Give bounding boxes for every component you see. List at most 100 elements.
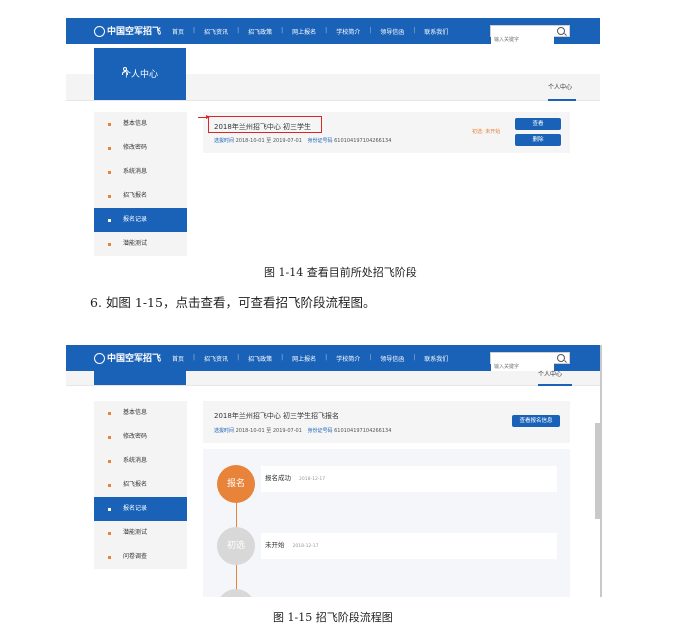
delete-button[interactable]: 删除 [515, 134, 561, 146]
step-date: 2018-12-17 [292, 544, 319, 549]
nav-divider: | [237, 354, 240, 361]
top-nav: 中国空军招飞 首页 | 招飞资讯 | 招飞政策 | 网上报名 | 学校简介 | 领导信函 |… [66, 18, 600, 45]
scrollbar-thumb[interactable] [595, 423, 600, 519]
nav-divider: | [413, 354, 416, 361]
sidebar: 基本信息 修改密码 系统消息 招飞报名 报名记录 潜能测试 问卷调查 [94, 401, 187, 569]
site-logo[interactable]: 中国空军招飞 [94, 351, 161, 364]
nav-item-policy[interactable]: 招飞政策 [248, 354, 272, 363]
search-icon[interactable] [557, 27, 565, 35]
nav-item-letters[interactable]: 领导信函 [380, 27, 404, 36]
bullet-icon [108, 436, 111, 439]
sidebar-item-aptitude-test[interactable]: 潜能测试 [94, 232, 187, 256]
time-value: 2018-10-01 至 2019-07-01 [235, 428, 302, 434]
bullet-icon [108, 412, 111, 415]
figure-caption-1: 图 1-14 查看目前所处招飞阶段 [264, 266, 417, 279]
id-key: 身份证号码 [307, 428, 333, 434]
nav-divider: | [325, 354, 328, 361]
nav-item-schools[interactable]: 学校简介 [336, 27, 360, 36]
nav-divider: | [369, 354, 372, 361]
bullet-icon [108, 147, 111, 150]
time-key: 选拔时间 [214, 428, 235, 434]
record-meta: 选拔时间 2018-10-01 至 2019-07-01 身份证号码 61010… [214, 137, 395, 144]
nav-item-contact[interactable]: 联系我们 [424, 354, 448, 363]
sidebar-header-label: 个人中心 [122, 70, 159, 80]
pointer-arrow-icon [198, 115, 210, 119]
nav-item-home[interactable]: 首页 [172, 354, 184, 363]
bullet-icon [108, 123, 111, 126]
tab-personal-center[interactable]: 个人中心 [538, 369, 562, 378]
nav-item-register[interactable]: 网上报名 [292, 27, 316, 36]
sidebar-item-survey[interactable]: 问卷调查 [94, 545, 187, 569]
bullet-icon [108, 195, 111, 198]
search-input[interactable] [491, 35, 554, 45]
sidebar-item-change-password[interactable]: 修改密码 [94, 425, 187, 449]
view-button[interactable]: 查看 [515, 118, 561, 130]
tab-personal-center[interactable]: 个人中心 [548, 82, 572, 91]
sidebar-item-registration[interactable]: 招飞报名 [94, 184, 187, 208]
nav-divider: | [281, 27, 284, 34]
step-card-register: 报名成功 2018-12-17 [261, 466, 557, 492]
record-card: 2018年兰州招飞中心 初三学生招飞报名 选拔时间 2018-10-01 至 2… [203, 401, 570, 443]
view-registration-info-button[interactable]: 查看报名信息 [512, 415, 560, 427]
nav-item-register[interactable]: 网上报名 [292, 354, 316, 363]
highlight-box [208, 116, 322, 133]
nav-divider: | [325, 27, 328, 34]
search-box [490, 352, 570, 372]
sidebar-item-aptitude-test[interactable]: 潜能测试 [94, 521, 187, 545]
nav-item-contact[interactable]: 联系我们 [424, 27, 448, 36]
screenshot-1: 中国空军招飞 首页 | 招飞资讯 | 招飞政策 | 网上报名 | 学校简介 | 领导信函 |… [66, 18, 600, 258]
step-card-preliminary: 未开始 2018-12-17 [261, 533, 557, 559]
instruction-paragraph: 6. 如图 1-15，点击查看，可查看招飞阶段流程图。 [90, 295, 376, 310]
time-key: 选拔时间 [214, 138, 235, 144]
sidebar-item-registration[interactable]: 招飞报名 [94, 473, 187, 497]
nav-divider: | [281, 354, 284, 361]
nav-item-policy[interactable]: 招飞政策 [248, 27, 272, 36]
step-date: 2018-12-17 [299, 477, 326, 482]
nav-item-home[interactable]: 首页 [172, 27, 184, 36]
nav-divider: | [193, 354, 196, 361]
step-circle-register: 报名 [217, 465, 255, 503]
emblem-icon [94, 26, 105, 37]
nav-divider: | [237, 27, 240, 34]
tab-underline [548, 99, 576, 101]
sidebar: 基本信息 修改密码 系统消息 招飞报名 报名记录 潜能测试 [94, 112, 187, 256]
sidebar-item-records[interactable]: 报名记录 [94, 208, 187, 232]
status-badge: 初选: 未开始 [472, 129, 501, 135]
nav-item-news[interactable]: 招飞资讯 [204, 27, 228, 36]
nav-menu: 首页 | 招飞资讯 | 招飞政策 | 网上报名 | 学校简介 | 领导信函 | 联系我们 [172, 27, 457, 36]
search-box [490, 25, 570, 45]
tab-underline [538, 384, 572, 386]
step-circle-next [217, 589, 255, 597]
search-icon[interactable] [557, 354, 565, 362]
sidebar-item-records[interactable]: 报名记录 [94, 497, 187, 521]
bullet-icon [108, 171, 111, 174]
sidebar-header: 个人中心 [94, 48, 186, 100]
bullet-icon [108, 219, 111, 222]
bullet-icon [108, 243, 111, 246]
process-flow: 报名 报名成功 2018-12-17 初选 未开始 2018-12-17 [203, 449, 570, 597]
step-label: 未开始 2018-12-17 [265, 541, 319, 549]
nav-divider: | [413, 27, 416, 34]
id-key: 身份证号码 [307, 138, 333, 144]
screenshot-2: 中国空军招飞 首页 | 招飞资讯 | 招飞政策 | 网上报名 | 学校简介 | 领导信函 |… [66, 345, 602, 597]
sidebar-item-basic-info[interactable]: 基本信息 [94, 112, 187, 136]
sidebar-item-basic-info[interactable]: 基本信息 [94, 401, 187, 425]
sidebar-header [94, 371, 186, 385]
sidebar-item-messages[interactable]: 系统消息 [94, 449, 187, 473]
bullet-icon [108, 556, 111, 559]
nav-divider: | [193, 27, 196, 34]
nav-item-letters[interactable]: 领导信函 [380, 354, 404, 363]
emblem-icon [94, 353, 105, 364]
nav-menu: 首页 | 招飞资讯 | 招飞政策 | 网上报名 | 学校简介 | 领导信函 | 联系我们 [172, 354, 457, 363]
site-logo[interactable]: 中国空军招飞 [94, 24, 161, 37]
top-nav: 中国空军招飞 首页 | 招飞资讯 | 招飞政策 | 网上报名 | 学校简介 | 领导信函 |… [66, 345, 600, 372]
bullet-icon [108, 460, 111, 463]
nav-item-schools[interactable]: 学校简介 [336, 354, 360, 363]
sidebar-item-messages[interactable]: 系统消息 [94, 160, 187, 184]
figure-caption-2: 图 1-15 招飞阶段流程图 [273, 611, 393, 624]
id-value: 610104197104266134 [334, 138, 392, 144]
step-circle-preliminary: 初选 [217, 527, 255, 565]
bullet-icon [108, 484, 111, 487]
sidebar-item-change-password[interactable]: 修改密码 [94, 136, 187, 160]
nav-item-news[interactable]: 招飞资讯 [204, 354, 228, 363]
